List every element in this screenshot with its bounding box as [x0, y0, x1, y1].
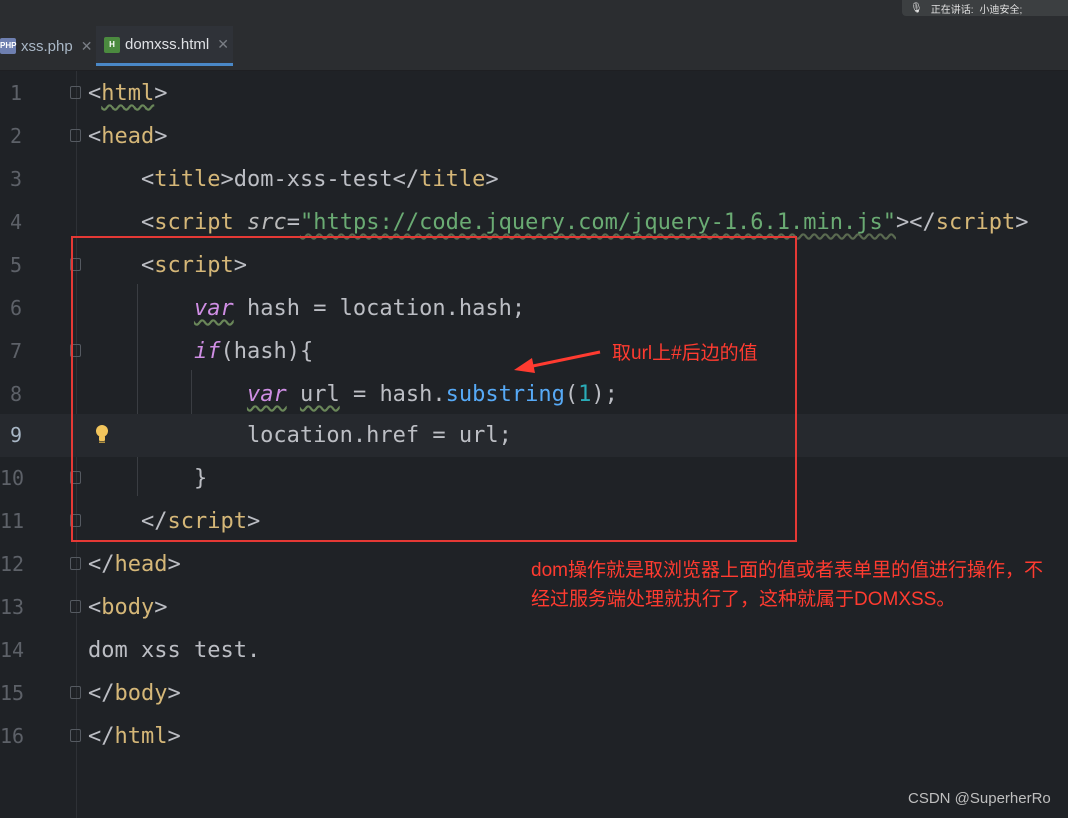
line-number: 4 [9, 210, 22, 234]
close-icon[interactable]: ✕ [217, 36, 229, 53]
fold-icon[interactable] [70, 729, 81, 742]
code-line[interactable]: 1 <html> [0, 72, 1068, 115]
line-number: 12 [0, 552, 25, 576]
line-number: 15 [0, 681, 25, 705]
line-number: 1 [9, 81, 22, 105]
html-file-icon: H [104, 36, 120, 53]
highlight-box [71, 236, 797, 542]
line-number: 5 [9, 253, 22, 277]
line-number: 13 [0, 595, 25, 619]
line-number: 16 [0, 724, 25, 748]
tab-domxss-html[interactable]: H domxss.html ✕ [96, 26, 233, 66]
line-number: 6 [9, 296, 22, 320]
fold-icon[interactable] [70, 686, 81, 699]
line-number: 2 [9, 124, 22, 148]
code-line[interactable]: 2 <head> [0, 115, 1068, 158]
speaking-label: 正在讲话: [930, 4, 974, 16]
fold-icon[interactable] [70, 86, 81, 99]
title-text: dom-xss-test [233, 167, 393, 192]
line-number: 8 [9, 382, 22, 406]
tab-xss-php[interactable]: PHP xss.php ✕ [0, 26, 92, 66]
code-line[interactable]: 3 <title>dom-xss-test</title> [0, 158, 1068, 201]
line-number: 11 [0, 509, 25, 533]
line-number: 10 [0, 466, 25, 490]
speaker-name: 小迪安全; [979, 4, 1023, 16]
speaker-overlay: 🎙 正在讲话: 小迪安全; [902, 0, 1068, 16]
code-line[interactable]: 14 dom xss test. [0, 629, 1068, 672]
line-number: 9 [9, 423, 22, 447]
explanation-annotation: dom操作就是取浏览器上面的值或者表单里的值进行操作，不经过服务端处理就执行了，… [531, 560, 1043, 610]
close-icon[interactable]: ✕ [81, 38, 93, 55]
line-number: 3 [9, 167, 22, 191]
tab-label: domxss.html [125, 36, 210, 53]
fold-icon[interactable] [70, 600, 81, 613]
line-number: 7 [9, 339, 22, 363]
script-src-value: "https://code.jquery.com/jquery-1.6.1.mi… [299, 210, 896, 235]
annotation-arrow-icon [514, 350, 601, 373]
code-line[interactable]: 15 </body> [0, 672, 1068, 715]
body-text: dom xss test. [88, 638, 261, 663]
tab-label: xss.php [21, 37, 73, 55]
line-number: 14 [0, 638, 25, 662]
fold-icon[interactable] [70, 129, 81, 142]
watermark: CSDN @SuperherRo [908, 790, 1051, 807]
code-line[interactable]: 16 </html> [0, 715, 1068, 758]
php-file-icon: PHP [0, 38, 16, 54]
arrow-annotation: 取url上#后边的值 [612, 343, 758, 364]
fold-icon[interactable] [70, 557, 81, 570]
microphone-icon: 🎙 [910, 2, 923, 14]
